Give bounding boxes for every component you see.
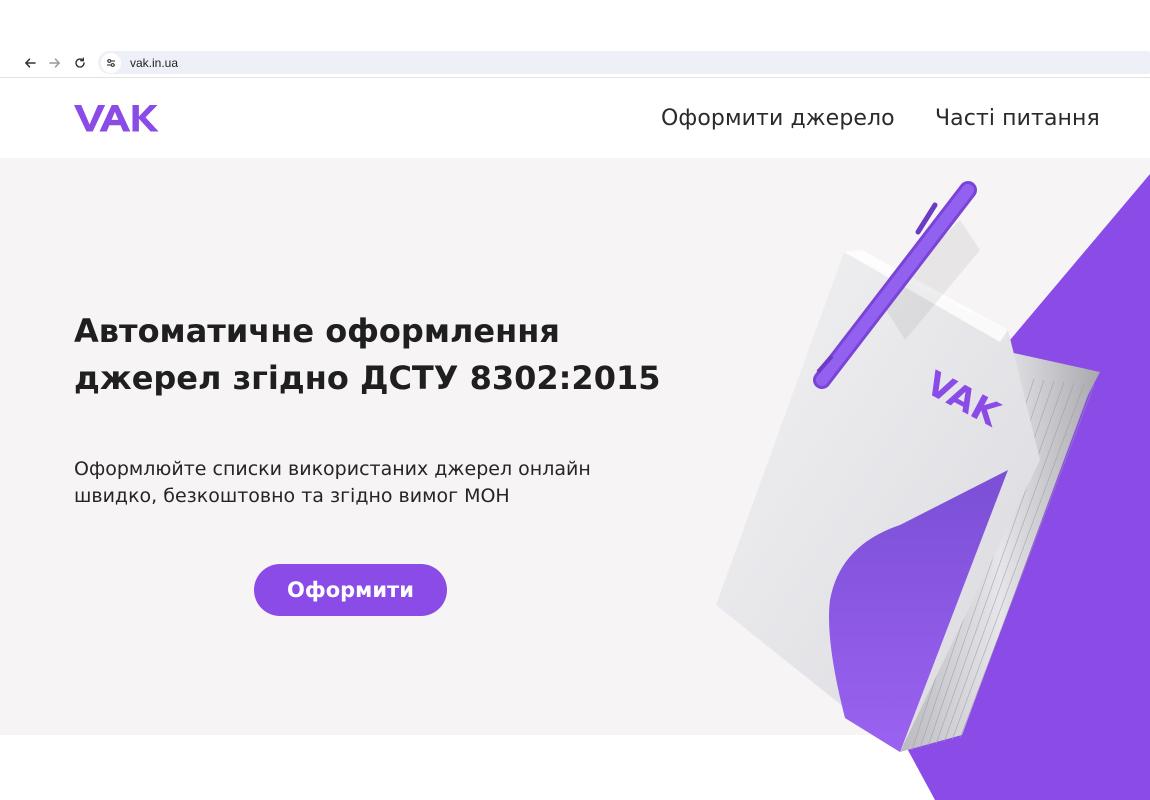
format-cta-button[interactable]: Оформити bbox=[254, 564, 447, 616]
hero-section: Автоматичне оформлення джерел згідно ДСТ… bbox=[0, 158, 1150, 735]
hero-title: Автоматичне оформлення джерел згідно ДСТ… bbox=[74, 312, 661, 397]
tune-icon bbox=[107, 58, 115, 67]
site-header: Оформити джерело Часті питання bbox=[0, 79, 1150, 158]
forward-button[interactable] bbox=[45, 53, 65, 73]
arrow-left-icon bbox=[25, 58, 36, 68]
browser-top-strip bbox=[0, 0, 1150, 48]
browser-toolbar: vak.in.ua bbox=[0, 48, 1150, 78]
site-info-button[interactable] bbox=[101, 52, 121, 73]
reload-icon bbox=[75, 57, 85, 68]
url-text[interactable]: vak.in.ua bbox=[130, 56, 178, 70]
vak-logo[interactable] bbox=[74, 103, 162, 138]
arrow-right-icon bbox=[49, 58, 60, 68]
hero-subtitle: Оформлюйте списки використаних джерел он… bbox=[74, 458, 591, 507]
back-button[interactable] bbox=[20, 53, 40, 73]
reload-button[interactable] bbox=[70, 53, 90, 73]
nav-link-faq[interactable]: Часті питання bbox=[935, 106, 1100, 131]
nav-link-format-source[interactable]: Оформити джерело bbox=[661, 106, 895, 131]
address-bar[interactable]: vak.in.ua bbox=[98, 51, 1150, 74]
